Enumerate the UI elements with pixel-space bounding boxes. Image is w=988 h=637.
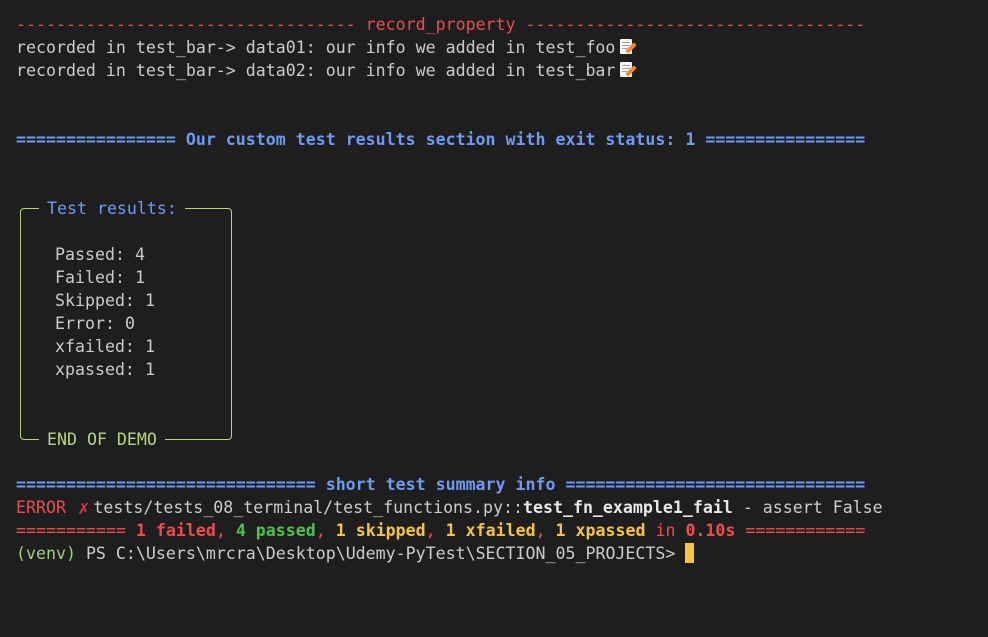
- skipped-count: 1 skipped: [335, 521, 426, 540]
- test-results-footer: END OF DEMO: [39, 428, 165, 451]
- xpassed-count: 1 xpassed: [555, 521, 646, 540]
- terminal-output[interactable]: ---------------------------------- recor…: [16, 13, 976, 151]
- cross-mark-icon: ✗: [77, 497, 90, 519]
- memo-icon: [619, 61, 638, 79]
- venv-indicator: (venv): [16, 544, 76, 563]
- xfailed-count: 1 xfailed: [445, 521, 536, 540]
- short-summary-header: ============================== short tes…: [16, 475, 866, 494]
- result-failed: Failed: 1: [55, 268, 145, 287]
- memo-icon: [619, 38, 638, 56]
- failed-test-name: test_fn_example1_fail: [523, 498, 733, 517]
- record-line-2: recorded in test_bar-> data02: our info …: [16, 59, 976, 82]
- shell-prompt[interactable]: (venv) PS C:\Users\mrcra\Desktop\Udemy-P…: [16, 542, 976, 565]
- custom-section-header: ================ Our custom test results…: [16, 130, 866, 149]
- test-results-box: Test results: Passed: 4 Failed: 1 Skippe…: [20, 197, 232, 451]
- test-results-title: Test results:: [39, 197, 185, 220]
- custom-section-title: Our custom test results section with exi…: [185, 130, 696, 149]
- record-line-1: recorded in test_bar-> data01: our info …: [16, 36, 976, 59]
- result-passed: Passed: 4: [55, 245, 145, 264]
- record-property-header: ---------------------------------- recor…: [16, 15, 866, 34]
- test-results-list: Passed: 4 Failed: 1 Skipped: 1 Error: 0 …: [55, 243, 155, 381]
- short-summary-title: short test summary info: [325, 475, 556, 494]
- error-label: ERROR: [16, 498, 66, 517]
- prompt-path: PS C:\Users\mrcra\Desktop\Udemy-PyTest\S…: [75, 544, 676, 563]
- failed-count: 1 failed: [135, 521, 216, 540]
- passed-count: 4 passed: [235, 521, 316, 540]
- result-skipped: Skipped: 1: [55, 291, 155, 310]
- result-xpassed: xpassed: 1: [55, 360, 155, 379]
- error-line: ERROR ✗ tests/tests_08_terminal/test_funct…: [16, 497, 883, 519]
- duration: 0.10s: [685, 521, 736, 540]
- result-error: Error: 0: [55, 314, 135, 333]
- text-cursor[interactable]: [685, 543, 695, 563]
- record-property-title: record_property: [365, 15, 516, 34]
- final-summary: =========== 1 failed, 4 passed, 1 skippe…: [16, 521, 866, 540]
- terminal-output-bottom[interactable]: ============================== short tes…: [16, 473, 976, 565]
- result-xfailed: xfailed: 1: [55, 337, 155, 356]
